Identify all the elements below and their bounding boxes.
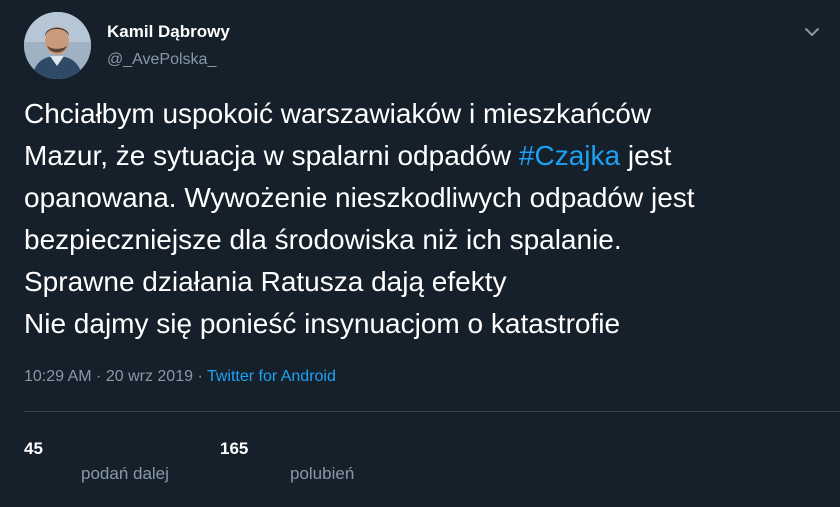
tweet-text-line: Chciałbym uspokoić warszawiaków i mieszk… [24,93,824,135]
author-display-name[interactable]: Kamil Dąbrowy [107,22,230,42]
meta-separator: · [193,368,207,385]
retweets-count: 45 [24,439,43,458]
retweets-label: podań dalej [81,464,169,483]
chevron-down-icon [805,28,819,36]
tweet-meta: 10:29 AM · 20 wrz 2019 · Twitter for And… [24,368,336,386]
text-segment: Sprawne działania Ratusza dają efekty [24,266,507,297]
tweet-source-link[interactable]: Twitter for Android [207,368,336,385]
tweet-text-line: opanowana. Wywożenie nieszkodliwych odpa… [24,177,824,219]
tweet-text-line: Mazur, że sytuacja w spalarni odpadów #C… [24,135,824,177]
divider [24,411,840,412]
text-segment: bezpieczniejsze dla środowiska niż ich s… [24,224,622,255]
tweet-text-line: bezpieczniejsze dla środowiska niż ich s… [24,219,824,261]
tweet-text-line: Sprawne działania Ratusza dają efekty [24,261,824,303]
text-segment: Mazur, że sytuacja w spalarni odpadów [24,140,519,171]
author-handle[interactable]: @_AvePolska_ [107,51,216,69]
hashtag-link[interactable]: #Czajka [519,140,620,171]
profile-photo-avatar-icon [24,12,91,79]
text-segment: Nie dajmy się ponieść insynuacjom o kata… [24,308,621,339]
text-segment: jest [620,140,672,171]
tweet-menu-button[interactable] [800,20,824,44]
meta-separator: · [91,368,106,385]
tweet-time[interactable]: 10:29 AM [24,368,92,385]
tweet-date[interactable]: 20 wrz 2019 [106,368,193,385]
avatar[interactable] [24,12,91,79]
likes-label: polubień [290,464,355,483]
tweet-text: Chciałbym uspokoić warszawiaków i mieszk… [24,93,824,345]
text-segment: Chciałbym uspokoić warszawiaków i mieszk… [24,98,652,129]
tweet-text-line: Nie dajmy się ponieść insynuacjom o kata… [24,303,824,345]
tweet-card: Kamil Dąbrowy @_AvePolska_ Chciałbym usp… [0,0,840,507]
text-segment: opanowana. Wywożenie nieszkodliwych odpa… [24,182,695,213]
likes-count: 165 [220,439,249,458]
